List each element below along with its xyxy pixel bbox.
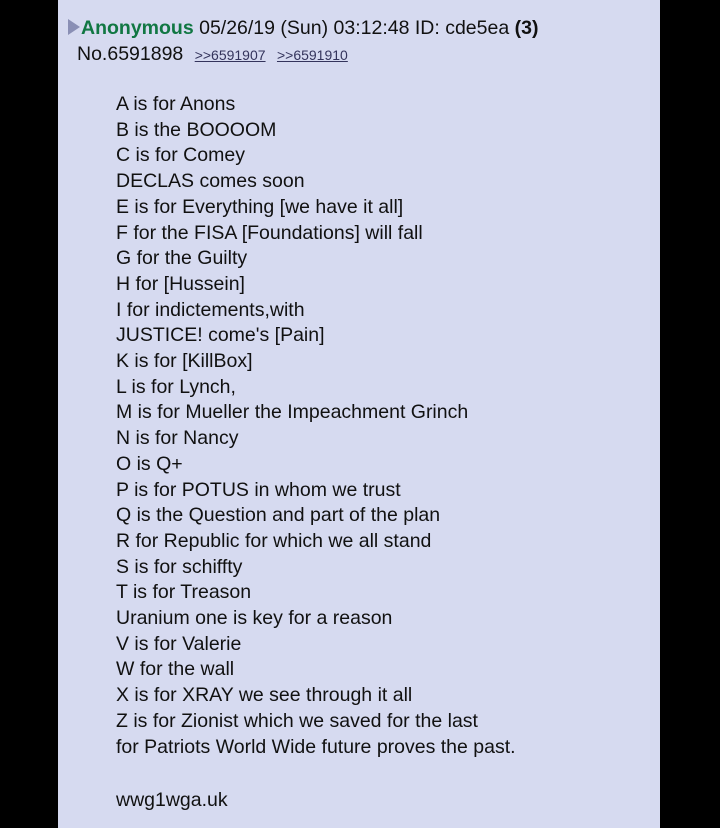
message-line: Uranium one is key for a reason bbox=[116, 607, 393, 630]
message-line: G for the Guilty bbox=[116, 247, 248, 270]
poster-name: Anonymous bbox=[81, 17, 194, 39]
message-line: N is for Nancy bbox=[116, 427, 239, 450]
message-line: L is for Lynch, bbox=[116, 375, 236, 398]
message-line: for Patriots World Wide future proves th… bbox=[116, 735, 516, 758]
message-line: M is for Mueller the Impeachment Grinch bbox=[116, 401, 469, 424]
post-footer-text: wwg1wga.uk bbox=[116, 789, 228, 811]
message-line: E is for Everything [we have it all] bbox=[116, 195, 404, 218]
post-datetime: 05/26/19 (Sun) 03:12:48 bbox=[199, 17, 410, 39]
message-line: W for the wall bbox=[116, 658, 235, 681]
message-line: V is for Valerie bbox=[116, 632, 242, 655]
post-message: A is for Anons B is the BOOOOM C is for … bbox=[116, 92, 516, 760]
backlink[interactable]: >>6591907 bbox=[195, 47, 266, 63]
reply-count: (3) bbox=[514, 17, 539, 39]
message-line: JUSTICE! come's [Pain] bbox=[116, 324, 325, 347]
message-line: X is for XRAY we see through it all bbox=[116, 684, 413, 707]
message-line: I for indictements,with bbox=[116, 298, 305, 321]
post-id-label: ID: bbox=[414, 17, 440, 39]
backlink[interactable]: >>6591910 bbox=[277, 47, 348, 63]
message-line: T is for Treason bbox=[116, 581, 252, 604]
post-number[interactable]: No.6591898 bbox=[77, 43, 183, 65]
message-line: S is for schiffty bbox=[116, 555, 243, 578]
message-line: R for Republic for which we all stand bbox=[116, 529, 432, 552]
message-line: Z is for Zionist which we saved for the … bbox=[116, 709, 478, 732]
message-line: C is for Comey bbox=[116, 144, 245, 167]
message-line: A is for Anons bbox=[116, 93, 236, 115]
message-line: O is Q+ bbox=[116, 452, 183, 475]
message-line: B is the BOOOOM bbox=[116, 118, 277, 141]
message-line: K is for [KillBox] bbox=[116, 350, 253, 373]
hide-post-icon[interactable] bbox=[68, 19, 80, 35]
message-line: F for the FISA [Foundations] will fall bbox=[116, 221, 423, 244]
message-line: DECLAS comes soon bbox=[116, 170, 305, 193]
message-line: H for [Hussein] bbox=[116, 272, 245, 295]
message-line: Q is the Question and part of the plan bbox=[116, 504, 441, 527]
post-id-value[interactable]: cde5ea bbox=[445, 17, 509, 39]
post-container: Anonymous 05/26/19 (Sun) 03:12:48 ID: cd… bbox=[58, 0, 660, 828]
post-header: Anonymous 05/26/19 (Sun) 03:12:48 ID: cd… bbox=[66, 16, 538, 40]
post-number-row: No.6591898 >>6591907 >>6591910 bbox=[77, 42, 348, 67]
message-line: P is for POTUS in whom we trust bbox=[116, 478, 401, 501]
